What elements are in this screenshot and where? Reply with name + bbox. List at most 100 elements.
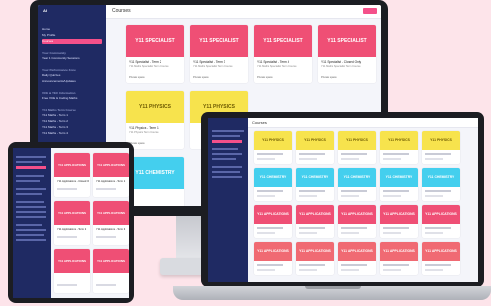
course-title-placeholder [257,153,283,155]
course-subtitle: Y11 Physics Term Course [129,131,159,134]
course-subtitle-placeholder [257,158,275,160]
laptop-course-card[interactable]: Y11 PHYSICS [296,131,334,164]
course-subtitle: Y11 Maths Specialist Term Course [257,65,297,68]
course-title-placeholder [341,190,367,192]
tablet-course-card[interactable]: Y11 APPLICATIONS [54,249,90,293]
sidebar-section-heading: Your Community [42,51,66,55]
course-thumbnail: Y11 CHEMISTRY [338,168,376,187]
course-thumbnail: Y11 APPLICATIONS [380,205,418,224]
course-thumbnail: Y11 APPLICATIONS [296,242,334,261]
course-title: Y11 Specialist - Term 4 [257,60,290,64]
sidebar-item[interactable]: Daily Quizzes [42,73,102,78]
laptop-course-card[interactable]: Y11 CHEMISTRY [296,168,334,201]
course-subtitle-placeholder [257,232,275,234]
laptop-course-card[interactable]: Y11 PHYSICS [254,131,292,164]
course-subtitle-placeholder [57,236,77,238]
course-subtitle-placeholder [257,269,275,271]
course-title-placeholder [299,153,325,155]
course-thumbnail: Y11 CHEMISTRY [422,168,460,187]
course-thumbnail: Y11 PHYSICS [126,91,184,123]
course-subtitle-placeholder [383,158,401,160]
tablet-course-card[interactable]: Y11 APPLICATIONS Y11 Applications - Term … [54,201,90,245]
course-subtitle-placeholder [96,284,116,286]
laptop-course-card[interactable]: Y11 PHYSICS [380,131,418,164]
course-title: Y11 Applications - Closed Only [57,180,89,183]
course-thumbnail: Y11 PHYSICS [254,131,292,150]
tablet-course-card[interactable]: Y11 APPLICATIONS [93,249,129,293]
sidebar-item[interactable]: Announcements/Updates [42,79,102,84]
laptop-course-card[interactable]: Y11 APPLICATIONS [380,205,418,238]
course-subtitle-placeholder [299,158,317,160]
laptop-course-card[interactable]: Y11 CHEMISTRY [338,168,376,201]
course-subtitle-placeholder [341,158,359,160]
course-subtitle-placeholder [383,232,401,234]
laptop-notch [305,286,361,289]
course-title: Y11 Specialist - Closed Only [321,60,362,64]
sidebar-item-profile[interactable]: My Profile [42,33,102,38]
tablet-sidebar [13,148,51,298]
sidebar-item[interactable]: Y11 Maths - Term 4 [42,131,102,136]
course-footer: Private space [321,76,337,79]
course-title-placeholder [299,227,325,229]
sidebar-item[interactable]: Year 1 Community Sessions [42,56,102,61]
laptop-course-card[interactable]: Y11 CHEMISTRY [422,168,460,201]
course-subtitle: Y11 Maths Specialist Term Course [193,65,233,68]
sidebar-item-courses[interactable]: Courses [42,39,102,44]
course-thumbnail: Y11 PHYSICS [422,131,460,150]
laptop-sidebar [208,118,248,282]
course-thumbnail: Y11 SPECIALIST [190,25,248,57]
new-button[interactable] [363,8,377,14]
course-thumbnail: Y11 APPLICATIONS [338,205,376,224]
sidebar-item[interactable]: Y11 Maths - Term 1 [42,113,102,118]
laptop-course-card[interactable]: Y11 APPLICATIONS [338,242,376,275]
laptop-course-card[interactable]: Y11 CHEMISTRY [254,168,292,201]
sidebar-section-heading: VCE & YEC Information [42,91,76,95]
course-subtitle-placeholder [383,269,401,271]
course-subtitle-placeholder [383,195,401,197]
top-bar: Courses [106,5,381,19]
sidebar-item[interactable]: Free VCE & Coding Maths [42,96,102,101]
laptop-course-card[interactable]: Y11 APPLICATIONS [338,205,376,238]
course-card[interactable]: Y11 PHYSICS Y11 Physics - Term 1 Y11 Phy… [126,91,184,149]
course-thumbnail: Y11 PHYSICS [380,131,418,150]
course-thumbnail: Y11 APPLICATIONS [54,153,90,177]
course-title-placeholder [383,227,409,229]
laptop-course-card[interactable]: Y11 APPLICATIONS [380,242,418,275]
laptop-course-card[interactable]: Y11 CHEMISTRY [380,168,418,201]
course-card[interactable]: Y11 SPECIALIST Y11 Specialist - Term 2 Y… [126,25,184,83]
course-thumbnail: Y11 CHEMISTRY [380,168,418,187]
course-title-placeholder [383,153,409,155]
course-thumbnail: Y11 CHEMISTRY [126,157,184,189]
laptop-course-card[interactable]: Y11 APPLICATIONS [422,242,460,275]
course-title-placeholder [383,264,409,266]
tablet-course-card[interactable]: Y11 APPLICATIONS Y11 Applications - Term … [93,201,129,245]
course-title: Y11 Applications - Term 2 [57,228,87,231]
course-card[interactable]: Y11 SPECIALIST Y11 Specialist - Term 3 Y… [190,25,248,83]
course-thumbnail: Y11 CHEMISTRY [296,168,334,187]
laptop-course-card[interactable]: Y11 APPLICATIONS [296,205,334,238]
course-subtitle-placeholder [57,188,77,190]
course-card[interactable]: Y11 SPECIALIST Y11 Specialist - Term 4 Y… [254,25,312,83]
sidebar-item-home[interactable]: Home [42,27,102,32]
course-thumbnail: Y11 CHEMISTRY [254,168,292,187]
course-title-placeholder [341,264,367,266]
course-subtitle-placeholder [299,195,317,197]
sidebar-item[interactable]: Y11 Maths - Term 2 [42,119,102,124]
course-title-placeholder [299,190,325,192]
tablet-course-card[interactable]: Y11 APPLICATIONS Y11 Applications - Close… [54,153,90,197]
course-subtitle-placeholder [425,232,443,234]
laptop-course-card[interactable]: Y11 PHYSICS [422,131,460,164]
course-title-placeholder [383,190,409,192]
course-thumbnail: Y11 APPLICATIONS [338,242,376,261]
course-subtitle-placeholder [257,195,275,197]
laptop-course-card[interactable]: Y11 APPLICATIONS [422,205,460,238]
laptop-course-card[interactable]: Y11 PHYSICS [338,131,376,164]
laptop-course-card[interactable]: Y11 APPLICATIONS [296,242,334,275]
laptop-course-card[interactable]: Y11 APPLICATIONS [254,205,292,238]
laptop-course-card[interactable]: Y11 APPLICATIONS [254,242,292,275]
course-card[interactable]: Y11 CHEMISTRY [126,157,184,206]
tablet-course-card[interactable]: Y11 APPLICATIONS Y11 Applications - Term … [93,153,129,197]
course-card[interactable]: Y11 SPECIALIST Y11 Specialist - Closed O… [318,25,376,83]
course-subtitle-placeholder [341,269,359,271]
sidebar-item[interactable]: Y11 Maths - Term 3 [42,125,102,130]
